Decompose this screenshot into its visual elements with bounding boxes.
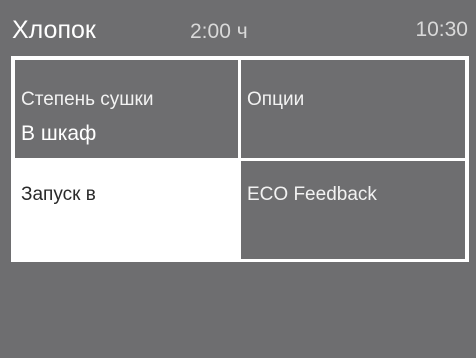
drying-level-value: В шкаф [21, 122, 97, 145]
options-tile[interactable]: Опции [241, 60, 465, 158]
menu-grid: Степень сушки В шкаф Опции Запуск в ECO … [11, 56, 469, 262]
delay-start-tile[interactable]: Запуск в [11, 161, 238, 262]
drying-level-label: Степень сушки [21, 89, 154, 110]
options-label: Опции [247, 89, 305, 110]
eco-feedback-tile[interactable]: ECO Feedback [241, 161, 465, 259]
drying-level-tile[interactable]: Степень сушки В шкаф [15, 60, 238, 158]
eco-feedback-label: ECO Feedback [247, 184, 377, 205]
delay-start-label: Запуск в [21, 184, 96, 205]
program-title: Хлопок [12, 16, 96, 44]
clock: 10:30 [415, 18, 468, 41]
program-duration: 2:00 ч [190, 20, 248, 43]
status-bar: Хлопок 2:00 ч 10:30 [0, 0, 476, 56]
